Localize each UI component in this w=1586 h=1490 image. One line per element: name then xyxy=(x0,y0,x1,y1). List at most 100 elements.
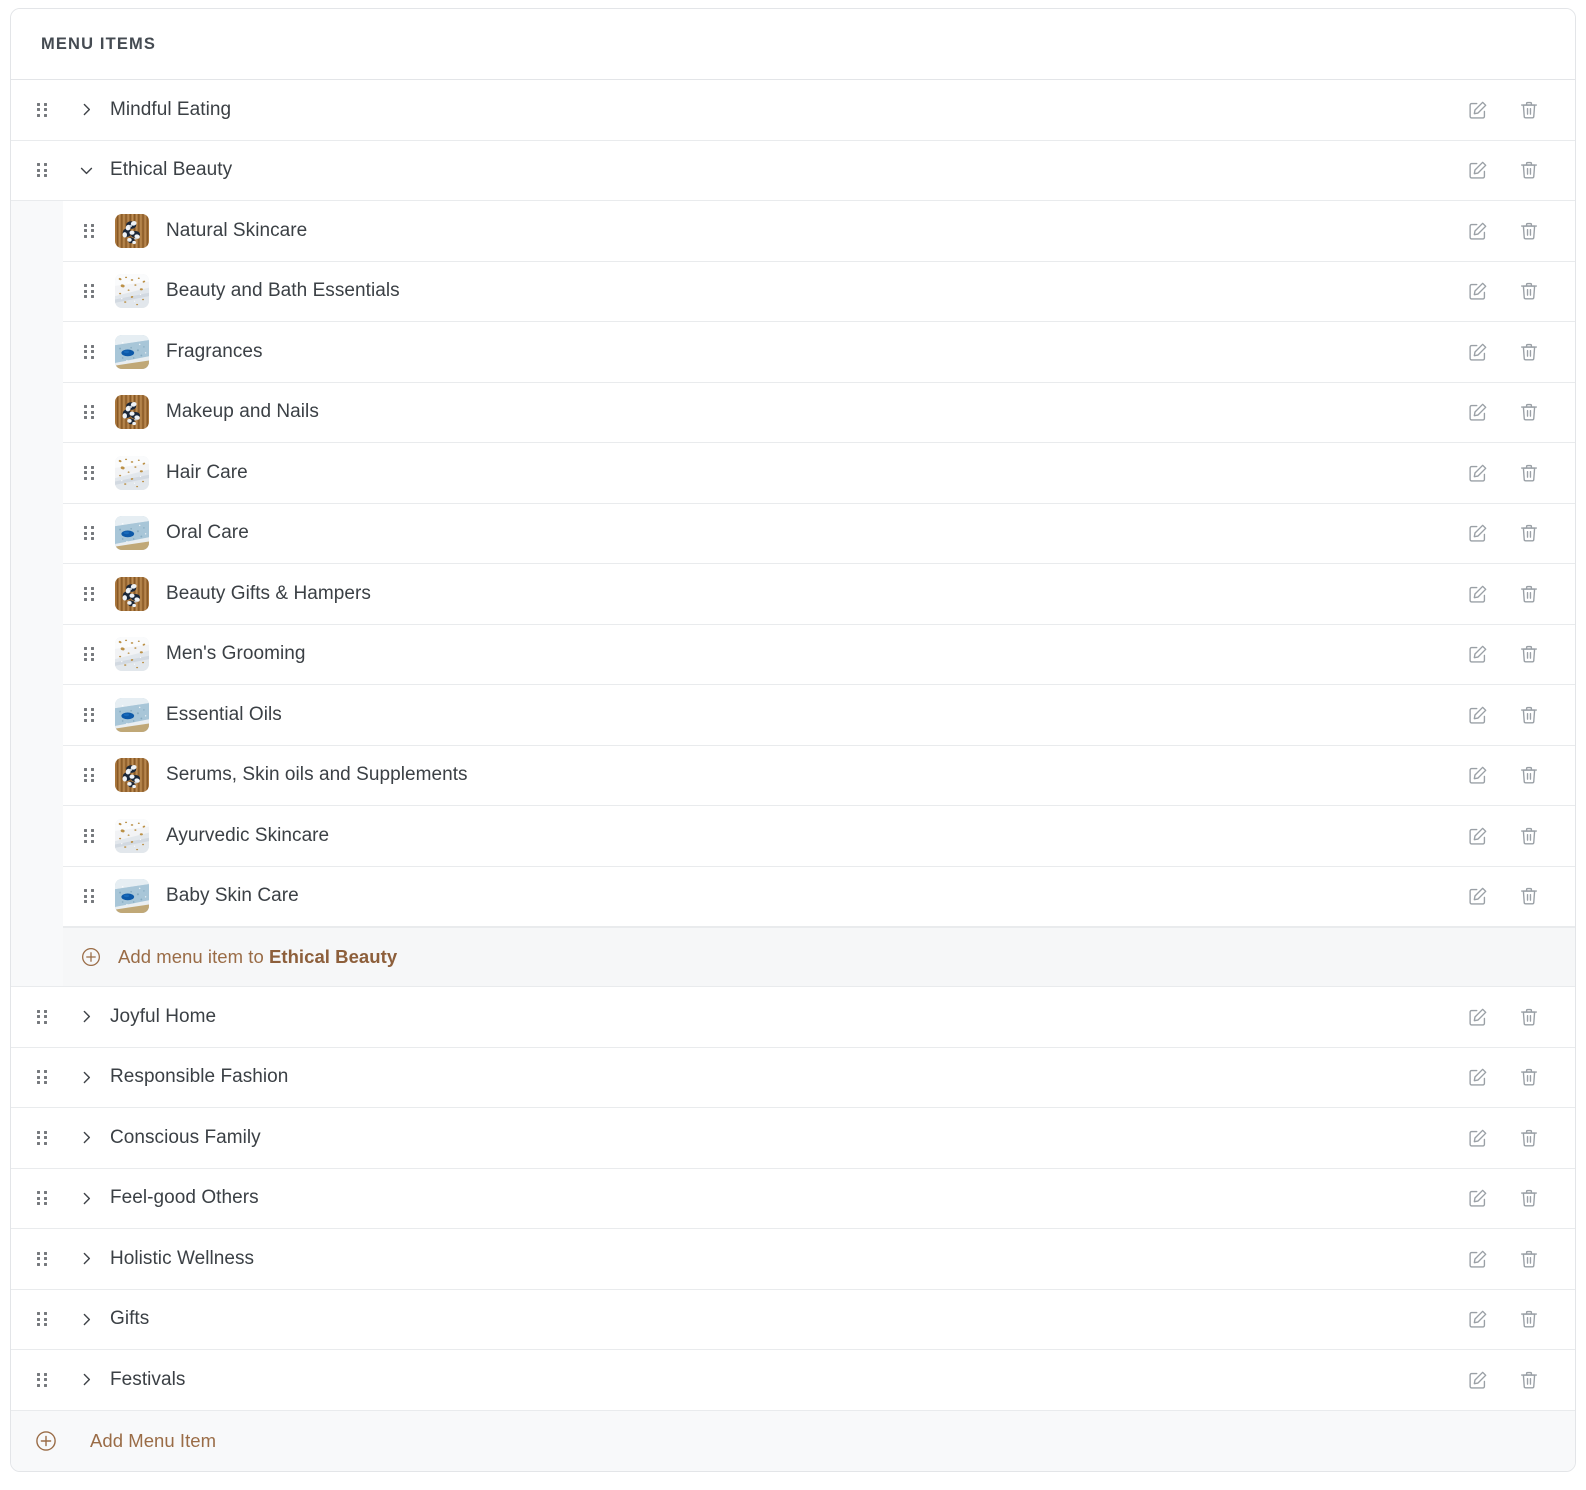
drag-handle-icon[interactable] xyxy=(82,402,96,422)
chevron-right-icon[interactable] xyxy=(73,1371,99,1388)
edit-button[interactable] xyxy=(1466,1065,1490,1089)
drag-handle-icon[interactable] xyxy=(35,1309,49,1329)
edit-button[interactable] xyxy=(1466,1126,1490,1150)
sub-menu-item-row[interactable]: Hair Care xyxy=(63,443,1575,504)
sub-menu-item-row[interactable]: Baby Skin Care xyxy=(63,866,1575,927)
menu-item-row[interactable]: Festivals xyxy=(11,1350,1575,1411)
item-thumbnail xyxy=(115,334,149,369)
drag-handle-icon[interactable] xyxy=(35,1370,49,1390)
menu-item-row[interactable]: Ethical Beauty xyxy=(11,140,1575,201)
edit-button[interactable] xyxy=(1466,642,1490,666)
sub-menu-item-row[interactable]: Beauty and Bath Essentials xyxy=(63,261,1575,322)
menu-item-row[interactable]: Feel-good Others xyxy=(11,1168,1575,1229)
edit-button[interactable] xyxy=(1466,521,1490,545)
delete-button[interactable] xyxy=(1517,1368,1541,1392)
delete-button[interactable] xyxy=(1517,400,1541,424)
menu-item-row[interactable]: Mindful Eating xyxy=(11,80,1575,141)
chevron-right-icon[interactable] xyxy=(73,101,99,118)
drag-handle-icon[interactable] xyxy=(82,765,96,785)
edit-button[interactable] xyxy=(1466,98,1490,122)
delete-button[interactable] xyxy=(1517,340,1541,364)
chevron-right-icon[interactable] xyxy=(73,1190,99,1207)
delete-button[interactable] xyxy=(1517,98,1541,122)
chevron-right-icon[interactable] xyxy=(73,1008,99,1025)
chevron-right-icon[interactable] xyxy=(73,1311,99,1328)
chevron-down-icon[interactable] xyxy=(73,162,99,179)
menu-item-row[interactable]: Joyful Home xyxy=(11,987,1575,1048)
edit-button[interactable] xyxy=(1466,1186,1490,1210)
drag-handle-icon[interactable] xyxy=(35,1128,49,1148)
drag-handle-icon[interactable] xyxy=(82,584,96,604)
menu-item-row[interactable]: Conscious Family xyxy=(11,1108,1575,1169)
delete-button[interactable] xyxy=(1517,642,1541,666)
delete-button[interactable] xyxy=(1517,582,1541,606)
edit-button[interactable] xyxy=(1466,703,1490,727)
delete-button[interactable] xyxy=(1517,1126,1541,1150)
delete-button[interactable] xyxy=(1517,1247,1541,1271)
edit-button[interactable] xyxy=(1466,763,1490,787)
menu-item-label: Festivals xyxy=(110,1368,186,1390)
menu-item-row[interactable]: Gifts xyxy=(11,1289,1575,1350)
drag-handle-icon[interactable] xyxy=(82,342,96,362)
delete-button[interactable] xyxy=(1517,824,1541,848)
chevron-right-icon[interactable] xyxy=(73,1129,99,1146)
edit-button[interactable] xyxy=(1466,279,1490,303)
menu-item-label: Mindful Eating xyxy=(110,98,232,120)
delete-button[interactable] xyxy=(1517,1307,1541,1331)
drag-handle-icon[interactable] xyxy=(35,1249,49,1269)
sub-menu-item-row[interactable]: Essential Oils xyxy=(63,685,1575,746)
edit-button[interactable] xyxy=(1466,1307,1490,1331)
edit-button[interactable] xyxy=(1466,219,1490,243)
edit-button[interactable] xyxy=(1466,884,1490,908)
edit-button[interactable] xyxy=(1466,400,1490,424)
edit-button[interactable] xyxy=(1466,461,1490,485)
edit-button[interactable] xyxy=(1466,1005,1490,1029)
sub-menu-item-row[interactable]: Men's Grooming xyxy=(63,624,1575,685)
delete-button[interactable] xyxy=(1517,219,1541,243)
row-actions xyxy=(1466,1186,1575,1210)
delete-button[interactable] xyxy=(1517,1005,1541,1029)
delete-button[interactable] xyxy=(1517,763,1541,787)
edit-button[interactable] xyxy=(1466,824,1490,848)
sub-menu-item-row[interactable]: Beauty Gifts & Hampers xyxy=(63,564,1575,625)
delete-button[interactable] xyxy=(1517,884,1541,908)
delete-button[interactable] xyxy=(1517,461,1541,485)
drag-handle-icon[interactable] xyxy=(35,1188,49,1208)
drag-handle-icon[interactable] xyxy=(82,886,96,906)
sub-menu-item-row[interactable]: Natural Skincare xyxy=(63,201,1575,262)
drag-handle-icon[interactable] xyxy=(82,463,96,483)
menu-item-label: Responsible Fashion xyxy=(110,1066,289,1088)
delete-button[interactable] xyxy=(1517,521,1541,545)
edit-button[interactable] xyxy=(1466,1247,1490,1271)
delete-button[interactable] xyxy=(1517,279,1541,303)
drag-handle-icon[interactable] xyxy=(35,1067,49,1087)
delete-button[interactable] xyxy=(1517,703,1541,727)
drag-handle-icon[interactable] xyxy=(82,281,96,301)
add-sub-menu-item-button[interactable]: Add menu item to Ethical Beauty xyxy=(63,927,1575,986)
sub-menu-item-row[interactable]: Oral Care xyxy=(63,503,1575,564)
edit-button[interactable] xyxy=(1466,158,1490,182)
sub-menu-item-row[interactable]: Fragrances xyxy=(63,322,1575,383)
sub-menu-item-row[interactable]: Makeup and Nails xyxy=(63,382,1575,443)
drag-handle-icon[interactable] xyxy=(35,1007,49,1027)
menu-item-row[interactable]: Responsible Fashion xyxy=(11,1047,1575,1108)
drag-handle-icon[interactable] xyxy=(35,100,49,120)
chevron-right-icon[interactable] xyxy=(73,1250,99,1267)
sub-menu-item-row[interactable]: Ayurvedic Skincare xyxy=(63,806,1575,867)
delete-button[interactable] xyxy=(1517,1065,1541,1089)
edit-button[interactable] xyxy=(1466,1368,1490,1392)
drag-handle-icon[interactable] xyxy=(35,160,49,180)
drag-handle-icon[interactable] xyxy=(82,705,96,725)
edit-button[interactable] xyxy=(1466,582,1490,606)
drag-handle-icon[interactable] xyxy=(82,523,96,543)
drag-handle-icon[interactable] xyxy=(82,826,96,846)
chevron-right-icon[interactable] xyxy=(73,1069,99,1086)
delete-button[interactable] xyxy=(1517,158,1541,182)
drag-handle-icon[interactable] xyxy=(82,644,96,664)
sub-menu-item-row[interactable]: Serums, Skin oils and Supplements xyxy=(63,745,1575,806)
drag-handle-icon[interactable] xyxy=(82,221,96,241)
delete-button[interactable] xyxy=(1517,1186,1541,1210)
menu-item-row[interactable]: Holistic Wellness xyxy=(11,1229,1575,1290)
edit-button[interactable] xyxy=(1466,340,1490,364)
add-menu-item-button[interactable]: Add Menu Item xyxy=(11,1410,1575,1471)
